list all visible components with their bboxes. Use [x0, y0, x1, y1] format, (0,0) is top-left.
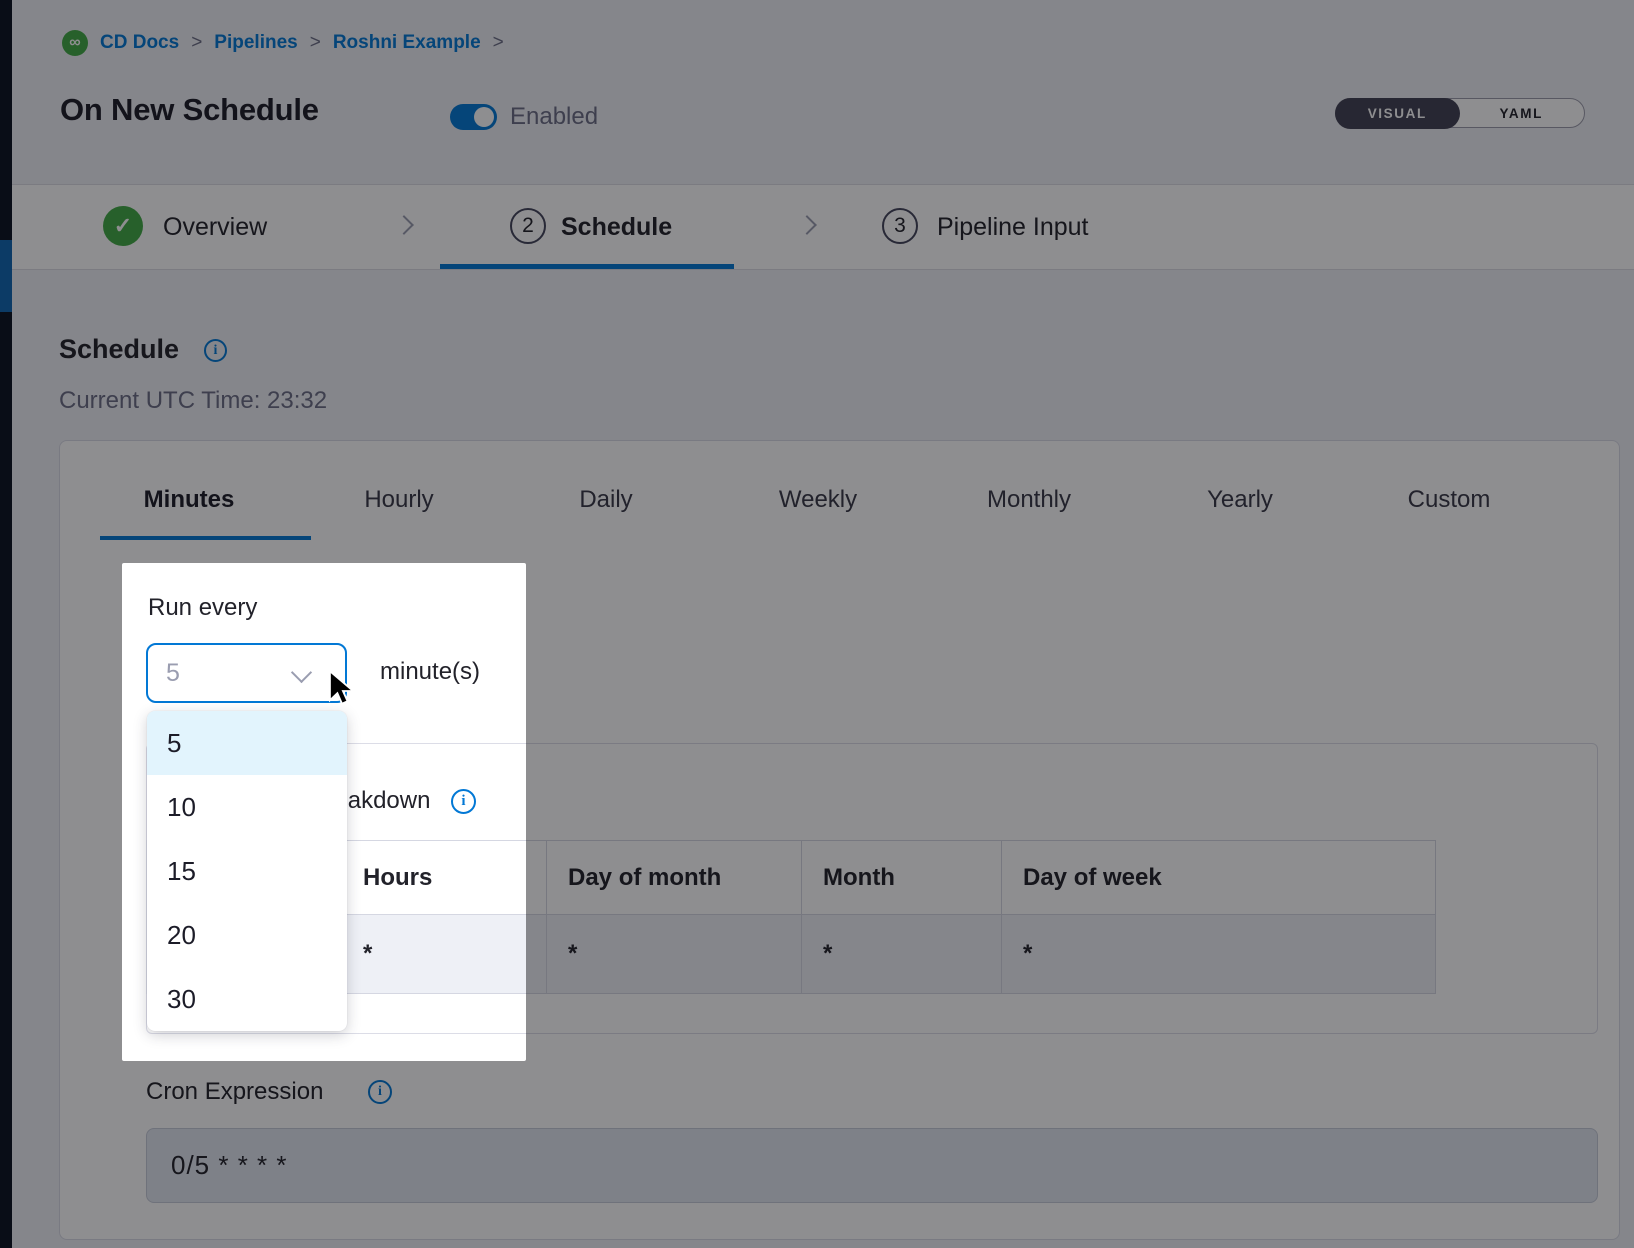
enabled-toggle[interactable]	[450, 104, 497, 130]
breadcrumb: ∞ CD Docs > Pipelines > Roshni Example >	[62, 30, 504, 56]
tab-yearly[interactable]: Yearly	[1207, 486, 1273, 514]
chevron-right-icon	[797, 215, 817, 235]
active-tab-underline	[100, 536, 311, 540]
cell-day-of-week: *	[1001, 915, 1435, 993]
run-every-label: Run every	[148, 594, 257, 622]
tab-hourly[interactable]: Hourly	[364, 486, 433, 514]
tab-monthly[interactable]: Monthly	[987, 486, 1071, 514]
wizard-steps-bar: ✓ Overview 2 Schedule 3 Pipeline Input	[12, 184, 1634, 270]
breadcrumb-link-roshni-example[interactable]: Roshni Example	[333, 32, 481, 54]
header-hours: Hours	[341, 841, 546, 914]
step-schedule[interactable]: Schedule	[561, 213, 672, 242]
info-icon[interactable]: i	[204, 339, 227, 362]
active-step-underline	[440, 264, 734, 269]
header-day-of-month: Day of month	[546, 841, 801, 914]
visual-toggle-button[interactable]: VISUAL	[1335, 98, 1461, 129]
dropdown-option-15[interactable]: 15	[147, 839, 347, 903]
minutes-select[interactable]: 5	[146, 643, 347, 703]
chevron-right-icon	[394, 215, 414, 235]
step-pipeline-input[interactable]: Pipeline Input	[937, 213, 1089, 242]
minutes-dropdown-menu: 5 10 15 20 30	[147, 711, 347, 1031]
current-utc-time: Current UTC Time: 23:32	[59, 387, 327, 415]
tab-weekly[interactable]: Weekly	[779, 486, 857, 514]
yaml-toggle-button[interactable]: YAML	[1459, 99, 1585, 127]
schedule-section-heading: Schedule	[59, 334, 179, 365]
step-2-circle: 2	[510, 208, 546, 244]
breadcrumb-separator: >	[310, 32, 321, 54]
header-month: Month	[801, 841, 1001, 914]
step-overview[interactable]: Overview	[163, 213, 267, 242]
left-nav-rail	[0, 0, 12, 1248]
cron-expression-input[interactable]: 0/5 * * * *	[146, 1128, 1598, 1203]
toggle-knob	[474, 107, 494, 127]
minutes-select-value: 5	[166, 659, 180, 688]
cell-hours: *	[341, 915, 546, 993]
step-3-circle: 3	[882, 208, 918, 244]
minutes-unit-label: minute(s)	[380, 658, 480, 686]
breadcrumb-link-cd-docs[interactable]: CD Docs	[100, 32, 179, 54]
header-day-of-week: Day of week	[1001, 841, 1435, 914]
info-icon[interactable]: i	[368, 1080, 392, 1104]
enabled-label: Enabled	[510, 103, 598, 131]
dropdown-option-30[interactable]: 30	[147, 967, 347, 1031]
tab-custom[interactable]: Custom	[1408, 486, 1491, 514]
breadcrumb-link-pipelines[interactable]: Pipelines	[214, 32, 297, 54]
step-complete-check-icon: ✓	[103, 206, 143, 246]
breadcrumb-separator: >	[493, 32, 504, 54]
cell-month: *	[801, 915, 1001, 993]
tab-minutes[interactable]: Minutes	[144, 486, 235, 514]
cron-expression-label: Cron Expression	[146, 1078, 323, 1106]
tab-daily[interactable]: Daily	[579, 486, 632, 514]
cd-module-icon: ∞	[62, 30, 88, 56]
visual-yaml-toggle: VISUAL YAML	[1335, 98, 1585, 128]
dropdown-option-20[interactable]: 20	[147, 903, 347, 967]
page-title: On New Schedule	[60, 92, 319, 128]
dropdown-option-10[interactable]: 10	[147, 775, 347, 839]
left-nav-active-item[interactable]	[0, 240, 12, 312]
info-icon[interactable]: i	[451, 789, 476, 814]
breadcrumb-separator: >	[191, 32, 202, 54]
dropdown-option-5[interactable]: 5	[147, 711, 347, 775]
cell-day-of-month: *	[546, 915, 801, 993]
chevron-down-icon	[291, 662, 312, 683]
